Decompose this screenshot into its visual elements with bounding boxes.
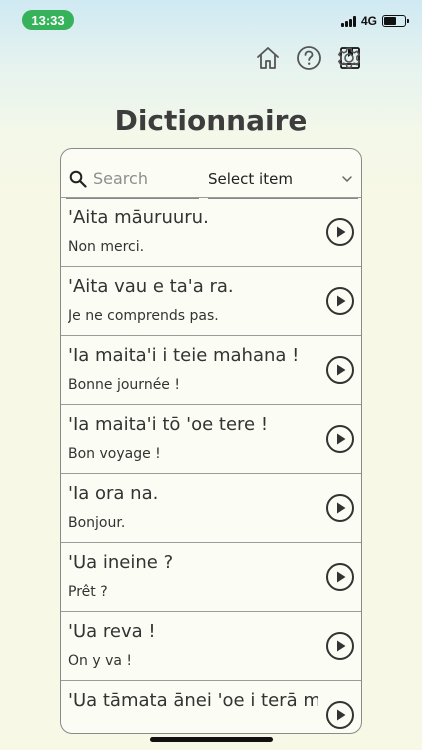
item-select[interactable]: Select item xyxy=(208,159,358,199)
list-item[interactable]: 'Aita vau e ta'a ra. Je ne comprends pas. xyxy=(61,266,361,335)
search-icon xyxy=(69,170,87,188)
network-label: 4G xyxy=(360,14,377,28)
status-bar: 13:33 4G xyxy=(0,0,422,40)
signal-icon xyxy=(340,15,356,27)
status-time: 13:33 xyxy=(22,10,74,30)
play-icon xyxy=(326,563,354,591)
list-item[interactable]: 'Ua tāmata ānei 'oe i terā mā'a ? xyxy=(61,680,361,733)
list-item[interactable]: 'Ua reva ! On y va ! xyxy=(61,611,361,680)
play-icon xyxy=(326,494,354,522)
list-item[interactable]: 'Aita māuruuru. Non merci. xyxy=(61,197,361,266)
search-input[interactable] xyxy=(93,169,193,188)
filter-bar: Select item xyxy=(61,149,361,201)
play-icon xyxy=(326,287,354,315)
entry-tahitian: 'Aita vau e ta'a ra. xyxy=(68,276,234,297)
entry-french: Bonne journée ! xyxy=(68,377,180,393)
list-item[interactable]: 'Ia maita'i tō 'oe tere ! Bon voyage ! xyxy=(61,404,361,473)
entry-tahitian: 'Ua reva ! xyxy=(68,621,156,642)
play-icon xyxy=(326,632,354,660)
play-icon xyxy=(326,218,354,246)
play-icon xyxy=(326,701,354,729)
chevron-down-icon xyxy=(342,175,352,182)
entry-french: Bon voyage ! xyxy=(68,446,161,462)
dictionary-panel: Select item 'Aita māuruuru.Non merci.'Ai… xyxy=(60,148,362,734)
entry-list: 'Aita māuruuru. Non merci. 'Aita vau e ta'… xyxy=(61,197,361,733)
entry-french: Bonjour. xyxy=(68,515,126,531)
entry-tahitian: 'Ia ora na. xyxy=(68,483,159,504)
search-field[interactable] xyxy=(66,159,199,199)
play-button[interactable] xyxy=(325,424,355,454)
entry-tahitian: 'Ua ineine ? xyxy=(68,552,174,573)
entry-tahitian: 'Ua tāmata ānei 'oe i terā mā'a ? xyxy=(68,690,318,711)
play-button[interactable] xyxy=(325,493,355,523)
play-button[interactable] xyxy=(325,217,355,247)
play-button[interactable] xyxy=(325,700,355,730)
status-indicators: 4G xyxy=(340,13,409,29)
play-button[interactable] xyxy=(325,286,355,316)
entry-french: On y va ! xyxy=(68,653,133,669)
entry-french: Je ne comprends pas. xyxy=(68,308,219,324)
home-indicator xyxy=(150,737,273,742)
play-icon xyxy=(326,425,354,453)
help-button[interactable] xyxy=(295,44,323,72)
home-icon xyxy=(257,47,279,69)
entry-french: Non merci. xyxy=(68,239,145,255)
entry-tahitian: 'Ia maita'i i teie mahana ! xyxy=(68,345,300,366)
entry-tahitian: 'Ia maita'i tō 'oe tere ! xyxy=(68,414,269,435)
play-button[interactable] xyxy=(325,355,355,385)
home-button[interactable] xyxy=(254,44,282,72)
list-item[interactable]: 'Ia ora na. Bonjour. xyxy=(61,473,361,542)
page-title: Dictionnaire xyxy=(114,104,308,137)
play-icon xyxy=(326,356,354,384)
gear-icon xyxy=(338,47,360,69)
entry-french: Prêt ? xyxy=(68,584,108,600)
settings-button[interactable] xyxy=(335,44,363,72)
play-button[interactable] xyxy=(325,562,355,592)
help-icon xyxy=(297,46,321,70)
select-label: Select item xyxy=(208,169,293,188)
entry-tahitian: 'Aita māuruuru. xyxy=(68,207,209,228)
list-item[interactable]: 'Ua ineine ? Prêt ? xyxy=(61,542,361,611)
battery-icon xyxy=(382,15,409,27)
play-button[interactable] xyxy=(325,631,355,661)
list-item[interactable]: 'Ia maita'i i teie mahana ! Bonne journée… xyxy=(61,335,361,404)
